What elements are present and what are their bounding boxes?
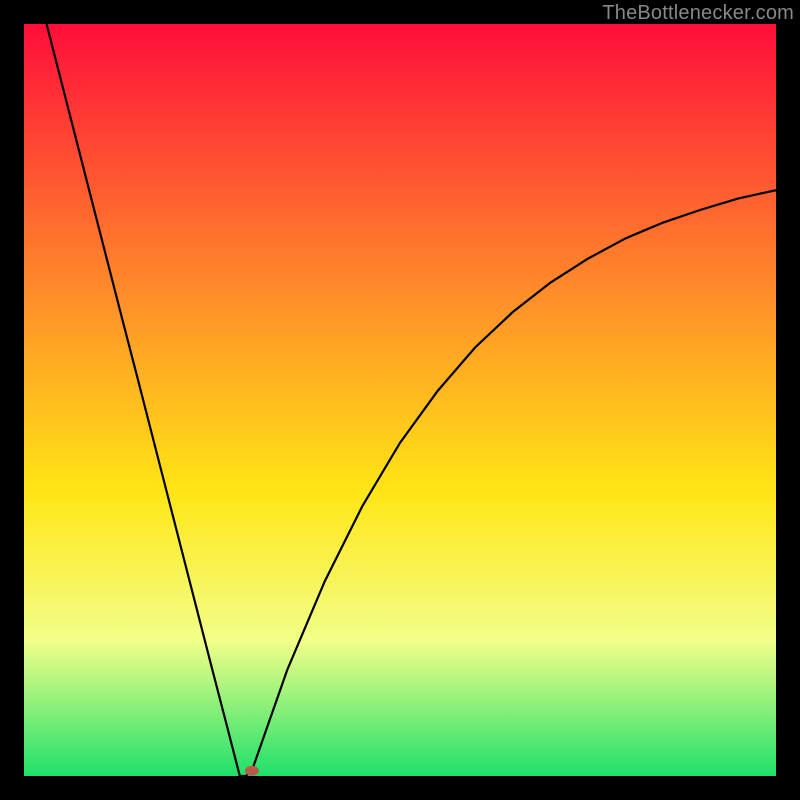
gradient-background	[24, 24, 776, 776]
optimum-marker	[245, 766, 259, 776]
attribution-text: TheBottlenecker.com	[602, 2, 794, 25]
plot-area	[24, 24, 776, 776]
chart-frame: TheBottlenecker.com	[0, 0, 800, 800]
plot-svg	[24, 24, 776, 776]
